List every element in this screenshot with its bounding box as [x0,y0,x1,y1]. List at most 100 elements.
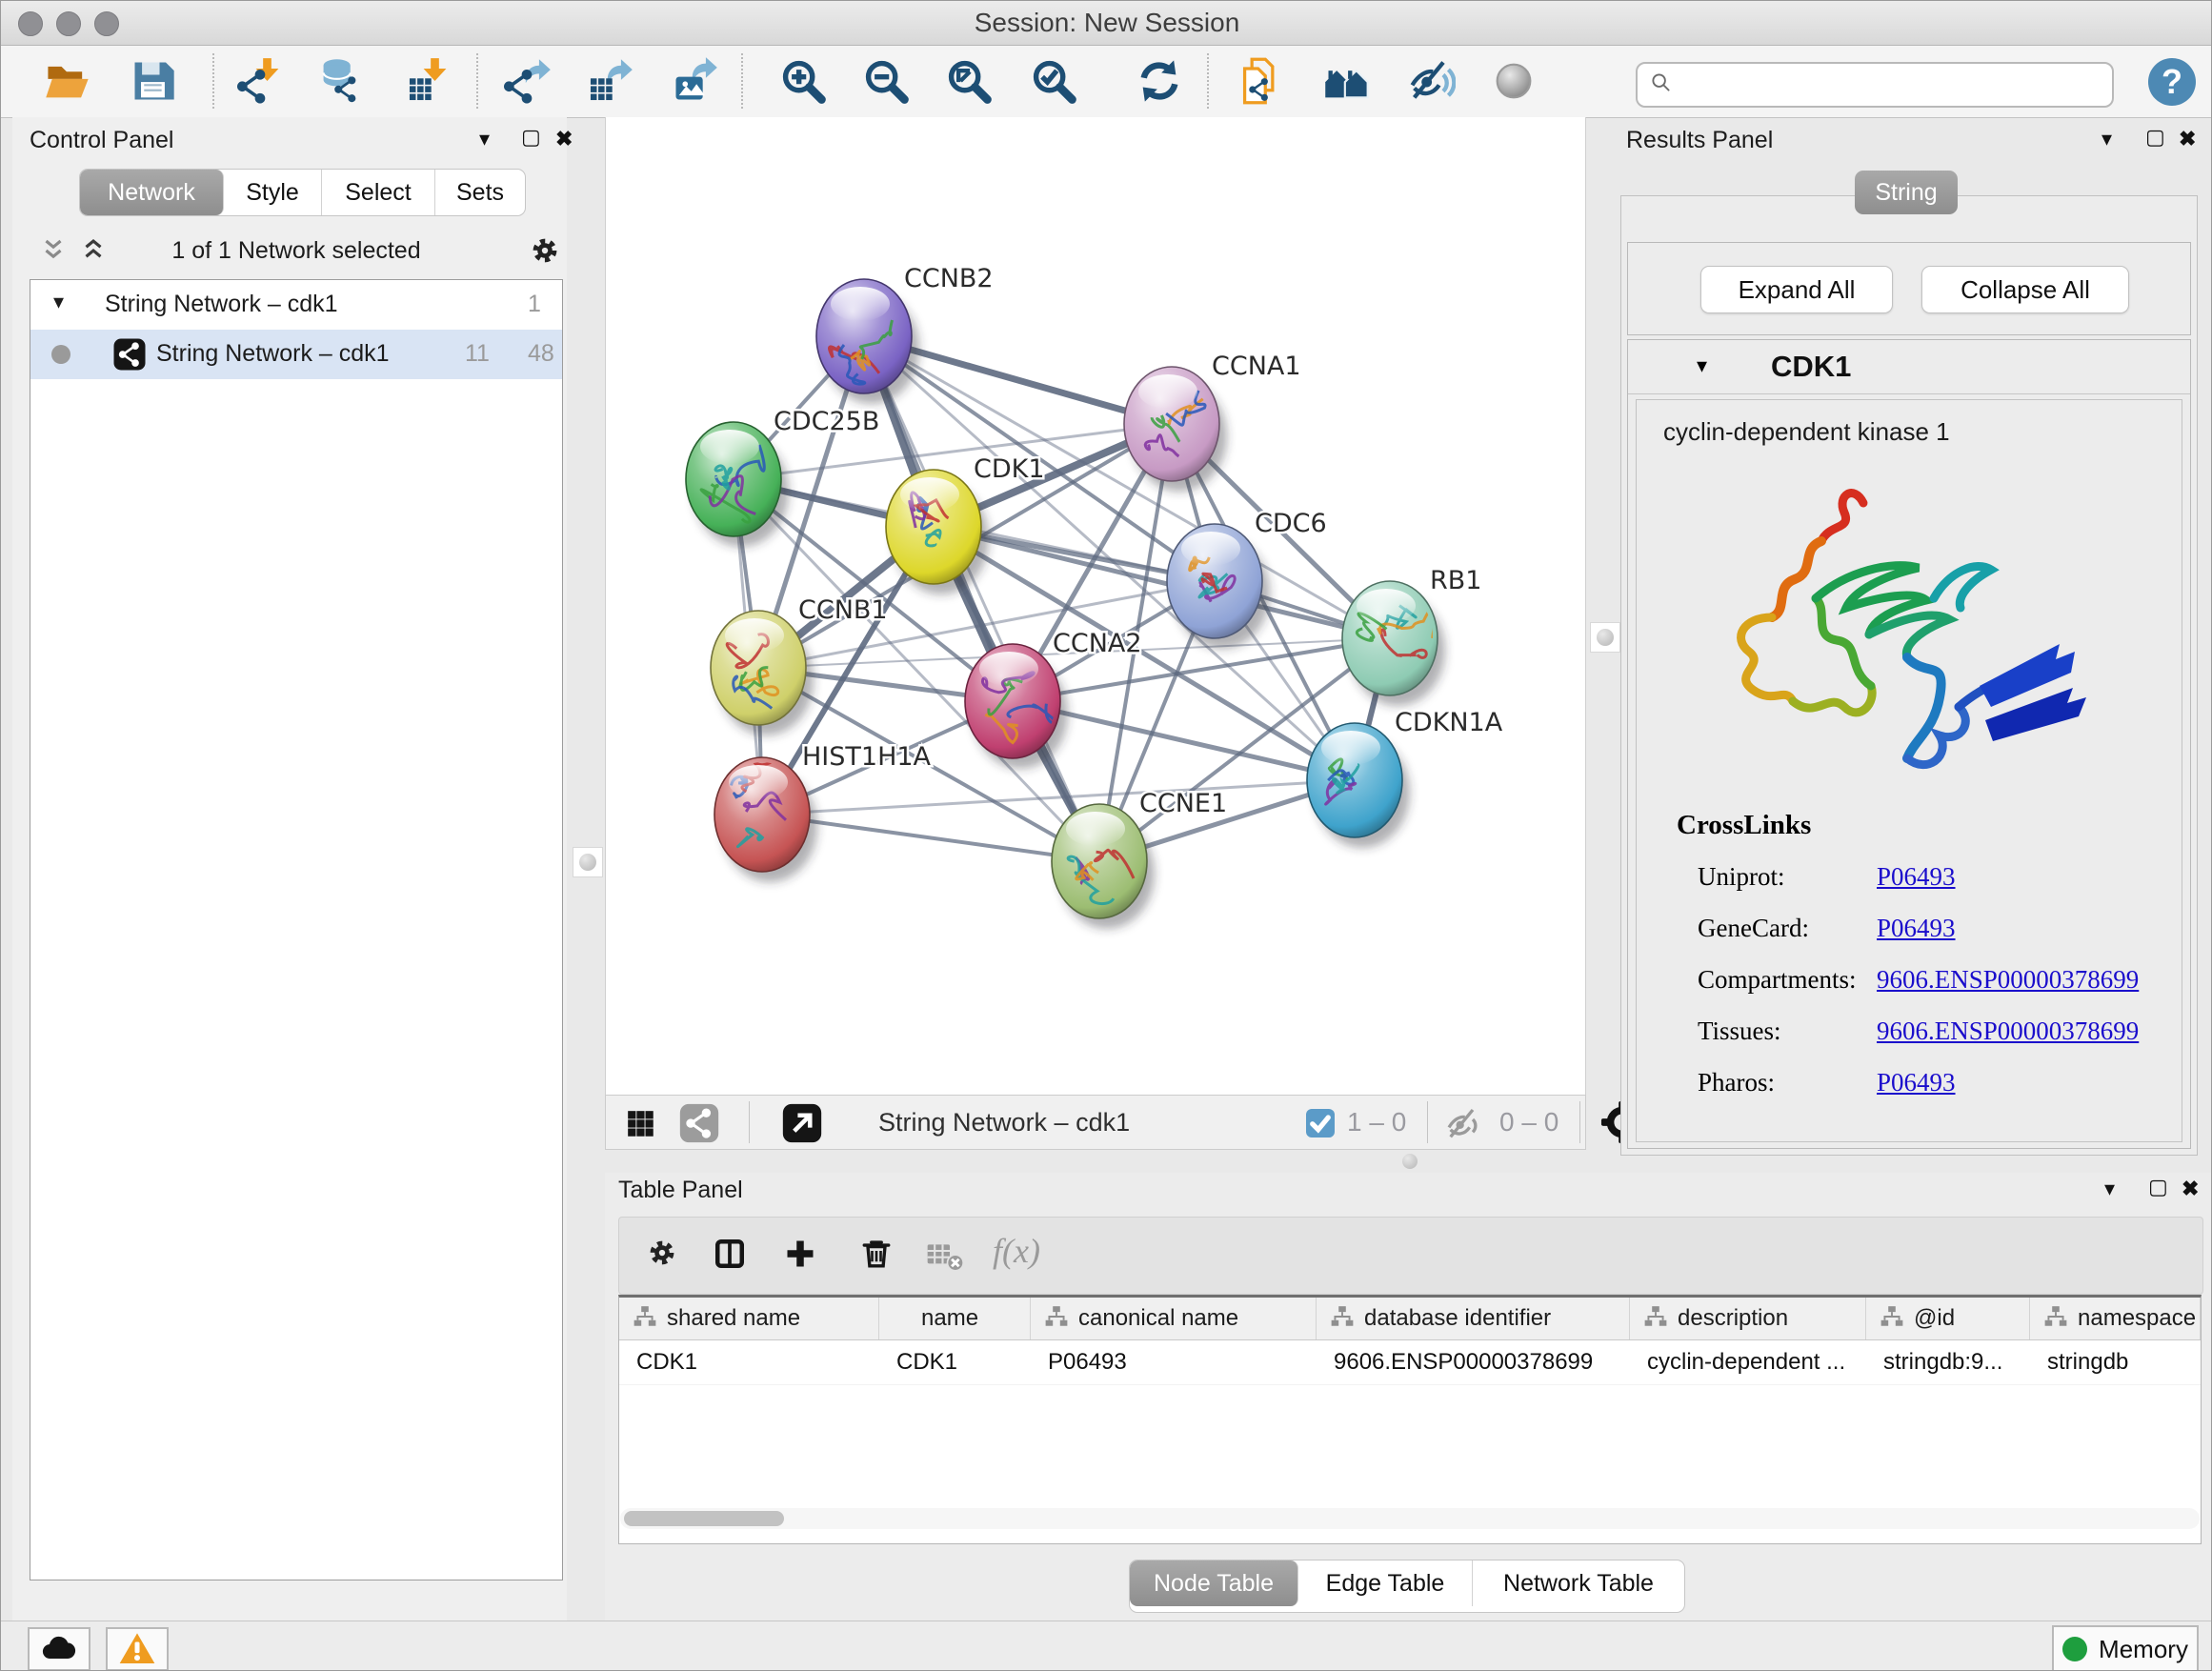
plus-icon[interactable] [783,1237,817,1271]
table-cell[interactable]: CDK1 [619,1340,879,1384]
expand-all-button[interactable]: Expand All [1700,266,1893,313]
tab-sets[interactable]: Sets [435,170,525,215]
crosslink-row: Tissues:9606.ENSP00000378699 [1677,1017,1811,1047]
panel-close-icon[interactable]: ✖ [2179,127,2196,151]
string-results-box: Expand All Collapse All ▾ CDK1 cyclin-de… [1620,195,2198,1156]
column-header-database-identifier[interactable]: database identifier [1317,1298,1630,1339]
network-view-toolbar: String Network – cdk1 1 – 0 0 – 0 [605,1095,1586,1150]
protein-entry-header[interactable]: ▾ CDK1 [1628,340,2190,394]
node-label: CCNE1 [1139,789,1227,818]
table-splitter-handle[interactable] [1398,1154,1422,1169]
import-database-icon[interactable] [316,56,366,106]
export-network-icon[interactable] [503,56,553,106]
crosslink-link[interactable]: P06493 [1877,862,1956,892]
collapse-all-button[interactable]: Collapse All [1921,266,2129,313]
left-splitter-handle[interactable] [573,847,603,877]
sphere-icon[interactable] [1489,56,1538,106]
table-cell[interactable]: CDK1 [879,1340,1031,1384]
zoom-out-icon[interactable] [861,56,911,106]
node-label: CCNA2 [1053,629,1142,658]
tab-select[interactable]: Select [322,170,435,215]
gear-black-icon[interactable] [646,1237,678,1269]
network-overview-icon[interactable] [678,1102,720,1144]
column-header-name[interactable]: name [879,1298,1031,1339]
results-panel-title: Results Panel [1626,127,1773,154]
panel-float-icon[interactable]: ▢ [2145,125,2165,150]
tab-network-table[interactable]: Network Table [1473,1560,1684,1606]
warnings-button[interactable] [106,1627,169,1671]
search-field[interactable] [1636,62,2114,108]
column-header-canonical-name[interactable]: canonical name [1031,1298,1317,1339]
network-graph[interactable]: CCNB2CCNA1CDC25BCDK1CDC6RB1CCNB1CCNA2CDK… [606,117,1585,1093]
grid-view-icon[interactable] [619,1102,661,1144]
column-header-@id[interactable]: @id [1866,1298,2030,1339]
table-tabs: Node TableEdge TableNetwork Table [1129,1560,1685,1613]
panel-close-icon[interactable]: ✖ [2182,1177,2199,1201]
panel-close-icon[interactable]: ✖ [555,127,573,151]
cloud-button[interactable] [28,1627,90,1671]
network-options-gear-icon[interactable] [529,234,561,267]
panel-float-icon[interactable]: ▢ [521,125,541,150]
import-table-icon[interactable] [404,56,453,106]
column-label: shared name [667,1305,800,1331]
crosslink-link[interactable]: 9606.ENSP00000378699 [1877,965,2139,995]
refresh-icon[interactable] [1135,56,1184,106]
export-image-icon[interactable] [670,56,719,106]
table-horizontal-scrollbar[interactable] [620,1508,2200,1529]
results-panel: Results Panel ▾ ▢ ✖ String Expand All Co… [1620,117,2202,1150]
panel-menu-icon[interactable]: ▾ [479,127,490,151]
crosslink-link[interactable]: P06493 [1877,1068,1956,1097]
scrollbar-thumb[interactable] [624,1511,784,1526]
tab-string[interactable]: String [1855,171,1958,214]
selection-status: 1 of 1 Network selected [30,224,563,277]
tab-network[interactable]: Network [80,170,224,215]
tab-node-table[interactable]: Node Table [1130,1560,1298,1606]
zoom-fit-icon[interactable] [944,56,994,106]
network-collection-row[interactable]: ▾ String Network – cdk1 1 [30,280,562,330]
document-share-icon[interactable] [1237,56,1287,106]
right-splitter-handle[interactable] [1590,622,1620,653]
crosslink-label: Pharos: [1698,1068,1775,1097]
table-cell[interactable]: cyclin-dependent ... [1630,1340,1866,1384]
zoom-in-icon[interactable] [778,56,828,106]
shared-column-icon [1330,1304,1355,1329]
search-icon [1649,70,1678,99]
crosslink-link[interactable]: 9606.ENSP00000378699 [1877,1017,2139,1046]
tab-style[interactable]: Style [224,170,322,215]
goto-network-icon[interactable] [781,1102,823,1144]
help-button[interactable]: ? [2148,58,2196,106]
table-cell[interactable]: stringdb:9... [1866,1340,2030,1384]
collection-expander-icon[interactable]: ▾ [53,290,64,314]
home-network-icon[interactable] [1322,56,1372,106]
table-row[interactable]: CDK1CDK1P064939606.ENSP00000378699cyclin… [619,1340,2201,1385]
network-canvas[interactable]: CCNB2CCNA1CDC25BCDK1CDC6RB1CCNB1CCNA2CDK… [605,117,1586,1095]
hidden-eye-icon[interactable] [1444,1105,1482,1143]
tab-edge-table[interactable]: Edge Table [1298,1560,1473,1606]
panel-float-icon[interactable]: ▢ [2148,1175,2168,1199]
selected-checkbox-icon[interactable] [1303,1106,1337,1140]
export-table-icon[interactable] [585,56,634,106]
hide-unhide-icon[interactable] [1406,56,1456,106]
column-header-description[interactable]: description [1630,1298,1866,1339]
search-input[interactable] [1687,66,2101,102]
crosslink-link[interactable]: P06493 [1877,914,1956,943]
cytoscape-window: Session: New Session ? Control Panel ▾ ▢… [0,0,2212,1671]
protein-structure-image [1694,457,2122,800]
table-cell[interactable]: P06493 [1031,1340,1317,1384]
import-network-icon[interactable] [236,56,286,106]
entry-expander-icon[interactable]: ▾ [1697,353,1707,378]
memory-button[interactable]: Memory [2052,1625,2199,1671]
toolbar-divider [476,53,478,109]
trash-icon[interactable] [859,1237,894,1271]
column-header-namespace[interactable]: namespace [2030,1298,2201,1339]
network-row[interactable]: String Network – cdk1 11 48 [30,330,562,379]
zoom-selected-icon[interactable] [1029,56,1078,106]
columns-icon[interactable] [713,1237,747,1271]
table-cell[interactable]: 9606.ENSP00000378699 [1317,1340,1630,1384]
open-folder-icon[interactable] [43,56,92,106]
table-cell[interactable]: stringdb [2030,1340,2201,1384]
panel-menu-icon[interactable]: ▾ [2104,1177,2115,1201]
panel-menu-icon[interactable]: ▾ [2101,127,2112,151]
save-icon[interactable] [129,56,178,106]
column-header-shared-name[interactable]: shared name [619,1298,879,1339]
